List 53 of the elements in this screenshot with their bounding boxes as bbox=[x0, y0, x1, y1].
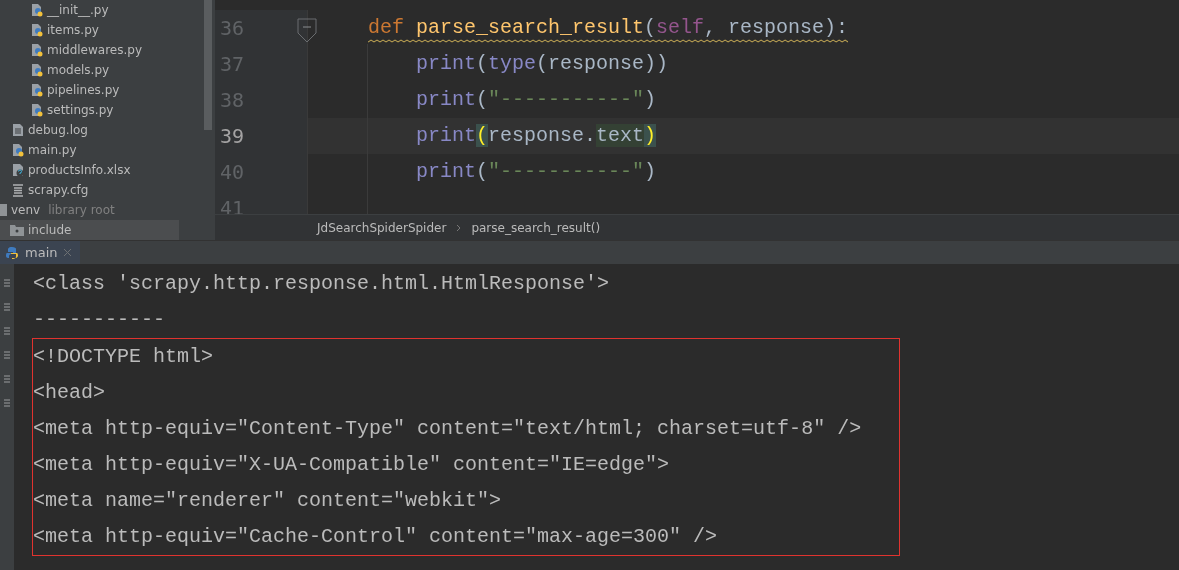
tree-item[interactable]: middlewares.py bbox=[0, 40, 215, 60]
python-file-icon bbox=[31, 3, 43, 17]
console-line: ----------- bbox=[33, 307, 167, 333]
tree-item[interactable]: main.py bbox=[0, 140, 215, 160]
toolbar-icon[interactable] bbox=[3, 350, 11, 360]
tree-item[interactable]: __init__.py bbox=[0, 0, 215, 20]
code-line: print("-----------") bbox=[416, 87, 657, 113]
console-line: <head> bbox=[33, 380, 106, 406]
python-file-icon bbox=[31, 43, 43, 57]
code-line: print(type(response)) bbox=[416, 51, 669, 77]
toolbar-icon[interactable] bbox=[3, 326, 11, 336]
console-line: <meta http-equiv="Content-Type" content="text/html; charset=utf-8" /> bbox=[33, 416, 863, 442]
python-file-icon bbox=[31, 23, 43, 37]
text-file-icon bbox=[12, 123, 24, 137]
scrollbar[interactable] bbox=[204, 0, 212, 130]
toolbar-icon[interactable] bbox=[3, 278, 11, 288]
chevron-icon bbox=[456, 223, 462, 232]
console-line: <meta name="renderer" content="webkit"> bbox=[33, 488, 503, 514]
python-icon bbox=[5, 245, 19, 260]
tree-item[interactable]: productsInfo.xlsx bbox=[0, 160, 215, 180]
breadcrumb-item[interactable]: parse_search_result() bbox=[471, 220, 601, 235]
tree-item[interactable]: debug.log bbox=[0, 120, 215, 140]
console-line: <!DOCTYPE html> bbox=[33, 344, 215, 370]
close-icon[interactable] bbox=[63, 248, 73, 257]
console-line: <meta http-equiv="Cache-Control" content="max-age=300" /> bbox=[33, 524, 719, 550]
python-file-icon bbox=[12, 143, 24, 157]
python-file-icon bbox=[31, 83, 43, 97]
tree-item[interactable]: venv library root bbox=[0, 200, 215, 220]
tree-item[interactable]: include bbox=[0, 220, 179, 240]
tree-item[interactable]: items.py bbox=[0, 20, 215, 40]
tree-item[interactable]: scrapy.cfg bbox=[0, 180, 215, 200]
code-line: def parse_search_result(self, response): bbox=[368, 10, 849, 46]
python-file-icon bbox=[31, 103, 43, 117]
line-number: 39 bbox=[220, 124, 245, 148]
unknown-file-icon bbox=[12, 163, 24, 177]
tree-item[interactable]: settings.py bbox=[0, 100, 215, 120]
tree-item[interactable]: pipelines.py bbox=[0, 80, 215, 100]
toolbar-icon[interactable] bbox=[3, 302, 11, 312]
breadcrumb-item[interactable]: JdSearchSpiderSpider bbox=[317, 220, 447, 235]
folder-icon bbox=[10, 224, 24, 236]
run-tab[interactable]: main bbox=[0, 241, 81, 264]
code-line: print(response.text) bbox=[416, 123, 657, 149]
fold-icon[interactable] bbox=[297, 18, 317, 44]
toolbar-icon[interactable] bbox=[3, 374, 11, 384]
library-root-note: library root bbox=[48, 203, 115, 217]
tree-item[interactable]: models.py bbox=[0, 60, 215, 80]
config-file-icon bbox=[12, 183, 24, 197]
python-file-icon bbox=[31, 63, 43, 77]
folder-icon bbox=[0, 204, 7, 216]
console-line: <meta http-equiv="X-UA-Compatible" content="IE=edge"> bbox=[33, 452, 671, 478]
toolbar-icon[interactable] bbox=[3, 398, 11, 408]
console-line: <class 'scrapy.http.response.html.HtmlResponse'> bbox=[33, 271, 611, 297]
code-line: print("-----------") bbox=[416, 159, 657, 185]
